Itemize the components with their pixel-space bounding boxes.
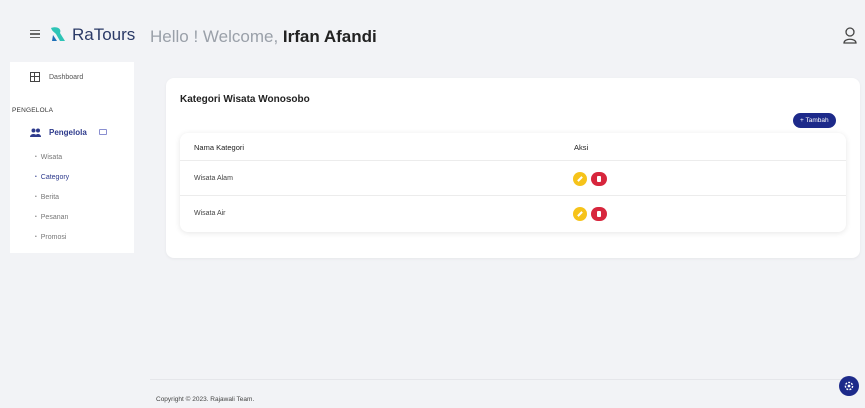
delete-button[interactable] [591, 172, 607, 186]
sidebar-item-pesanan[interactable]: Pesanan [35, 212, 69, 232]
welcome-message: Hello ! Welcome, Irfan Afandi [150, 27, 377, 47]
sidebar-section-heading: PENGELOLA [12, 107, 54, 114]
sidebar-item-promosi[interactable]: Promosi [35, 232, 69, 252]
collapse-toggle-icon[interactable] [99, 129, 107, 135]
edit-button[interactable] [573, 172, 587, 186]
edit-button[interactable] [573, 207, 587, 221]
sidebar-submenu: Wisata Category Berita Pesanan Promosi [35, 152, 69, 252]
sidebar-item-berita[interactable]: Berita [35, 192, 69, 212]
delete-button[interactable] [591, 207, 607, 221]
sidebar-group-label: Pengelola [49, 128, 87, 137]
category-table: Nama Kategori Aksi Wisata Alam Wisata Ai… [180, 133, 846, 232]
table-header: Nama Kategori Aksi [180, 133, 846, 161]
column-header-name: Nama Kategori [194, 143, 245, 152]
brand-name[interactable]: RaTours [72, 25, 135, 45]
category-card: Kategori Wisata Wonosobo + Tambah Nama K… [166, 78, 860, 258]
gear-icon [844, 381, 854, 391]
logo-icon [51, 27, 65, 41]
sidebar-item-category[interactable]: Category [35, 172, 69, 192]
menu-icon[interactable] [30, 30, 40, 38]
users-icon [30, 128, 41, 137]
sidebar-item-wisata[interactable]: Wisata [35, 152, 69, 172]
user-icon[interactable] [842, 26, 858, 44]
category-name: Wisata Alam [194, 175, 233, 182]
sidebar-item-label: Dashboard [49, 73, 84, 81]
add-category-button[interactable]: + Tambah [793, 113, 836, 128]
settings-button[interactable] [839, 376, 859, 396]
table-row: Wisata Air [180, 196, 846, 231]
welcome-prefix: Hello ! Welcome, [150, 27, 283, 46]
top-bar: RaTours Hello ! Welcome, Irfan Afandi [0, 10, 865, 60]
column-header-action: Aksi [574, 143, 589, 152]
page-title: Kategori Wisata Wonosobo [180, 94, 310, 105]
sidebar-item-dashboard[interactable]: Dashboard [30, 72, 83, 82]
sidebar-group-pengelola[interactable]: Pengelola [30, 128, 87, 137]
user-name: Irfan Afandi [282, 27, 377, 46]
sidebar: Dashboard PENGELOLA Pengelola Wisata Cat… [10, 62, 134, 253]
footer-copyright: Copyright © 2023. Rajawali Team. [156, 396, 255, 403]
category-name: Wisata Air [194, 210, 226, 217]
dashboard-icon [30, 72, 40, 82]
footer-divider [150, 379, 850, 380]
table-row: Wisata Alam [180, 161, 846, 196]
